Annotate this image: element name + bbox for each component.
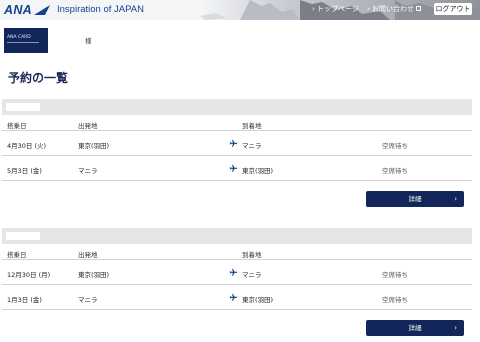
airplane-icon (229, 139, 238, 150)
reservation-block: 搭乗日 出発地 到着地 12月30日 (月) 東京(羽田) マニラ 空席待ち 1… (2, 228, 472, 310)
airplane-icon (229, 164, 238, 175)
ana-logo[interactable]: ANA (4, 2, 51, 18)
logout-button[interactable]: ログアウト (434, 3, 472, 15)
table-row: 1月3日 (金) マニラ 東京(羽田) 空席待ち (2, 285, 472, 310)
col-arrival: 到着地 (242, 122, 262, 130)
flight-departure: マニラ (78, 296, 98, 304)
member-honorific: 様 (85, 37, 92, 45)
flight-date: 12月30日 (月) (7, 271, 51, 279)
page-title: 予約の一覧 (8, 71, 69, 85)
logo-swoosh-icon (33, 5, 50, 15)
tagline: Inspiration of JAPAN (57, 4, 144, 15)
flight-departure: 東京(羽田) (78, 142, 110, 150)
ana-card-image: ANA CARD (4, 28, 48, 53)
airplane-icon (229, 268, 238, 279)
flight-arrival: マニラ (242, 271, 262, 279)
chevron-right-icon: › (454, 324, 457, 332)
nav-contact-link[interactable]: › お問い合わせ (367, 4, 422, 14)
nav-top-page-link[interactable]: › トップページ (312, 4, 359, 14)
detail-button-label: 詳細 (408, 324, 422, 332)
table-header: 搭乗日 出発地 到着地 (2, 244, 472, 260)
airplane-icon (229, 293, 238, 304)
nav-contact-label: › お問い合わせ (367, 5, 415, 13)
flight-date: 4月30日 (火) (7, 142, 47, 150)
site-header: ANA Inspiration of JAPAN › トップページ › お問い合… (0, 0, 480, 20)
flight-date: 5月3日 (金) (7, 167, 42, 175)
detail-button[interactable]: 詳細 › (366, 191, 464, 207)
table-row: 5月3日 (金) マニラ 東京(羽田) 空席待ち (2, 156, 472, 181)
chevron-right-icon: › (454, 195, 457, 203)
table-row: 4月30日 (火) 東京(羽田) マニラ 空席待ち (2, 131, 472, 156)
reservation-block: 搭乗日 出発地 到着地 4月30日 (火) 東京(羽田) マニラ 空席待ち 5月… (2, 99, 472, 181)
flight-date: 1月3日 (金) (7, 296, 42, 304)
reservation-header-bar (2, 228, 472, 244)
col-date: 搭乗日 (7, 122, 27, 130)
detail-button[interactable]: 詳細 › (366, 320, 464, 336)
detail-button-label: 詳細 (408, 195, 422, 203)
flight-status: 空席待ち (382, 296, 408, 304)
flight-departure: 東京(羽田) (78, 271, 110, 279)
col-date: 搭乗日 (7, 251, 27, 259)
flight-arrival: 東京(羽田) (242, 167, 274, 175)
flight-arrival: マニラ (242, 142, 262, 150)
col-departure: 出発地 (78, 251, 98, 259)
col-departure: 出発地 (78, 122, 98, 130)
flight-status: 空席待ち (382, 167, 408, 175)
flight-arrival: 東京(羽田) (242, 296, 274, 304)
flight-status: 空席待ち (382, 271, 408, 279)
reservation-number (6, 103, 40, 111)
card-subline (7, 42, 39, 43)
table-row: 12月30日 (月) 東京(羽田) マニラ 空席待ち (2, 260, 472, 285)
reservation-number (6, 232, 40, 240)
flight-departure: マニラ (78, 167, 98, 175)
reservation-header-bar (2, 99, 472, 115)
card-label: ANA CARD (7, 35, 31, 40)
table-header: 搭乗日 出発地 到着地 (2, 115, 472, 131)
flight-status: 空席待ち (382, 142, 408, 150)
external-link-icon (416, 6, 422, 11)
col-arrival: 到着地 (242, 251, 262, 259)
